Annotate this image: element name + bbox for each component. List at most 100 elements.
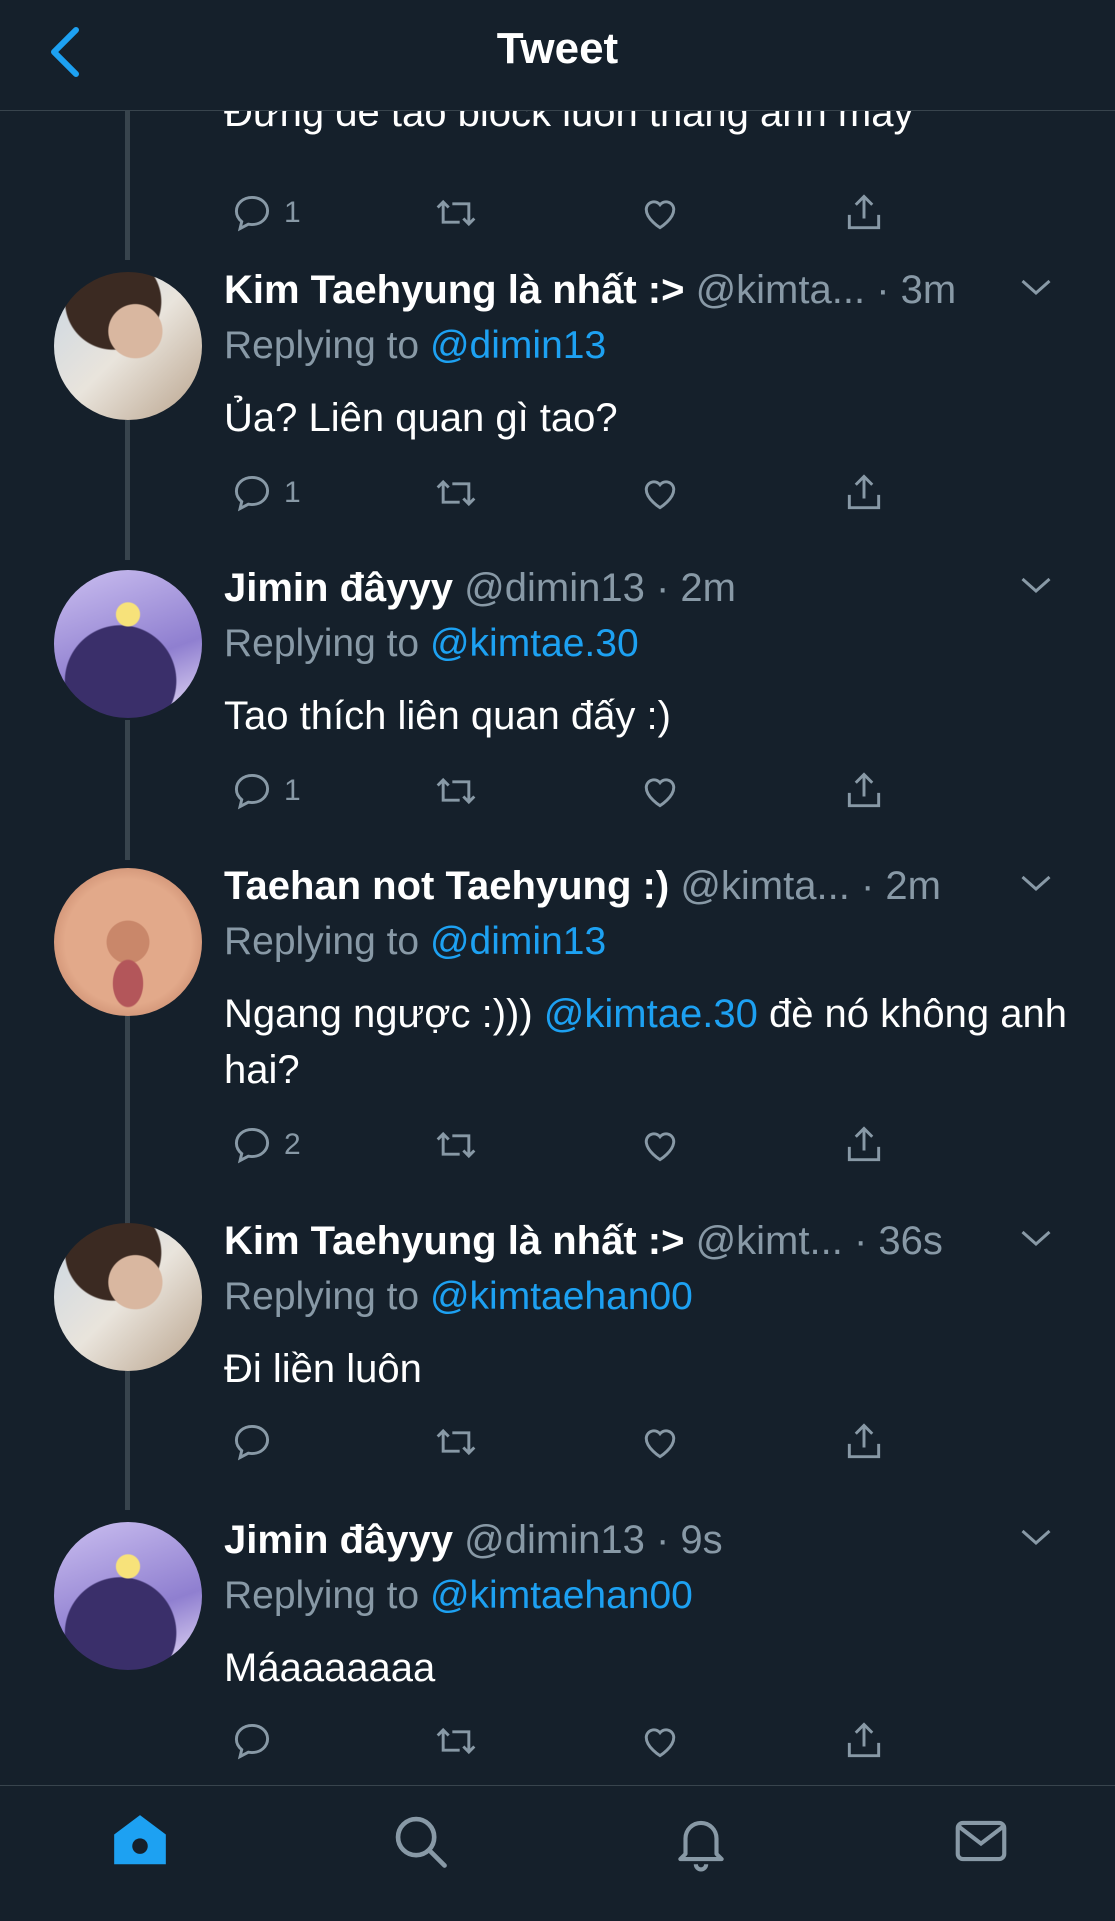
retweet-button[interactable] bbox=[434, 468, 478, 518]
mention-link[interactable]: @dimin13 bbox=[430, 324, 606, 367]
handle[interactable]: @dimin13 bbox=[464, 566, 645, 610]
tweet-actions: 1 bbox=[224, 766, 904, 816]
reply-button[interactable]: 1 bbox=[230, 468, 301, 518]
share-button[interactable] bbox=[842, 1417, 886, 1467]
handle[interactable]: @kimta... bbox=[680, 864, 850, 908]
replying-to: Replying to @dimin13 bbox=[224, 324, 606, 368]
retweet-button[interactable] bbox=[434, 188, 478, 238]
avatar[interactable] bbox=[54, 272, 202, 420]
share-button[interactable] bbox=[842, 188, 886, 238]
home-icon bbox=[114, 1815, 166, 1865]
reply-count: 2 bbox=[284, 1128, 301, 1161]
share-button[interactable] bbox=[842, 468, 886, 518]
chevron-down-icon[interactable] bbox=[1018, 1522, 1054, 1552]
mention-link[interactable]: @kimtaehan00 bbox=[430, 1275, 693, 1318]
reply-count: 1 bbox=[284, 196, 301, 229]
reply-button[interactable]: 1 bbox=[230, 188, 301, 238]
tweet-actions: 1 bbox=[224, 468, 904, 518]
tab-messages[interactable] bbox=[946, 1806, 1016, 1876]
handle[interactable]: @kimt... bbox=[696, 1219, 843, 1263]
retweet-icon bbox=[436, 1131, 476, 1159]
chevron-down-icon[interactable] bbox=[1018, 570, 1054, 600]
like-button[interactable] bbox=[638, 1120, 682, 1170]
share-icon bbox=[847, 772, 881, 808]
bottom-tab-bar bbox=[0, 1785, 1115, 1921]
reply-icon bbox=[234, 475, 270, 512]
tab-notifications[interactable] bbox=[666, 1806, 736, 1876]
retweet-button[interactable] bbox=[434, 1417, 478, 1467]
like-button[interactable] bbox=[638, 1716, 682, 1766]
heart-icon bbox=[644, 1429, 676, 1459]
mention-link[interactable]: @kimtaehan00 bbox=[430, 1574, 693, 1617]
tweet-text: Đi liền luôn bbox=[224, 1347, 422, 1391]
retweet-button[interactable] bbox=[434, 766, 478, 816]
avatar[interactable] bbox=[54, 570, 202, 718]
replying-to: Replying to @kimtae.30 bbox=[224, 622, 639, 666]
tweet-actions bbox=[224, 1716, 904, 1766]
handle[interactable]: @kimta... bbox=[696, 268, 866, 312]
reply-icon bbox=[234, 773, 270, 810]
like-button[interactable] bbox=[638, 1417, 682, 1467]
heart-icon bbox=[644, 200, 676, 230]
reply-button[interactable]: 2 bbox=[230, 1120, 301, 1170]
like-button[interactable] bbox=[638, 468, 682, 518]
heart-icon bbox=[644, 1728, 676, 1758]
tweet-text-part: Ngang ngược :))) bbox=[224, 992, 544, 1036]
reply-button[interactable]: 1 bbox=[230, 766, 301, 816]
mention-link[interactable]: @dimin13 bbox=[430, 920, 606, 963]
replying-to-label: Replying to bbox=[224, 622, 420, 665]
avatar[interactable] bbox=[54, 1522, 202, 1670]
replying-to-label: Replying to bbox=[224, 920, 420, 963]
top-bar: Tweet bbox=[0, 0, 1115, 111]
display-name[interactable]: Taehan not Taehyung :) bbox=[224, 864, 669, 908]
avatar[interactable] bbox=[54, 868, 202, 1016]
tab-home[interactable] bbox=[105, 1806, 175, 1876]
tweet-header: Jimin đâyyy @dimin13 · 2m bbox=[224, 566, 1084, 622]
heart-icon bbox=[644, 480, 676, 510]
avatar[interactable] bbox=[54, 1223, 202, 1371]
share-button[interactable] bbox=[842, 1716, 886, 1766]
chevron-down-icon[interactable] bbox=[1018, 868, 1054, 898]
heart-icon bbox=[644, 778, 676, 808]
mention-link[interactable]: @kimtae.30 bbox=[544, 992, 758, 1036]
share-icon bbox=[847, 1126, 881, 1162]
replying-to-label: Replying to bbox=[224, 1574, 420, 1617]
thread-line bbox=[125, 720, 130, 860]
like-button[interactable] bbox=[638, 188, 682, 238]
retweet-icon bbox=[436, 1428, 476, 1456]
tab-search[interactable] bbox=[385, 1806, 455, 1876]
mail-icon bbox=[955, 1820, 1007, 1862]
tweet-header: Kim Taehyung là nhất :> @kimta... · 3m bbox=[224, 268, 1084, 324]
display-name[interactable]: Kim Taehyung là nhất :> bbox=[224, 268, 684, 312]
share-icon bbox=[847, 474, 881, 510]
retweet-button[interactable] bbox=[434, 1120, 478, 1170]
replying-to: Replying to @kimtaehan00 bbox=[224, 1275, 693, 1319]
retweet-icon bbox=[436, 479, 476, 507]
tweet-text: Tao thích liên quan đấy :) bbox=[224, 694, 671, 738]
bell-icon bbox=[678, 1820, 724, 1872]
share-button[interactable] bbox=[842, 766, 886, 816]
reply-count: 1 bbox=[284, 476, 301, 509]
retweet-icon bbox=[436, 199, 476, 227]
like-button[interactable] bbox=[638, 766, 682, 816]
chevron-down-icon[interactable] bbox=[1018, 272, 1054, 302]
share-button[interactable] bbox=[842, 1120, 886, 1170]
retweet-icon bbox=[436, 777, 476, 805]
timestamp: · 36s bbox=[853, 1219, 943, 1263]
reply-button[interactable] bbox=[230, 1716, 284, 1766]
reply-icon bbox=[234, 1723, 270, 1760]
thread-line bbox=[125, 1370, 130, 1510]
share-icon bbox=[847, 1423, 881, 1459]
reply-button[interactable] bbox=[230, 1417, 284, 1467]
timestamp: · 3m bbox=[876, 268, 957, 312]
display-name[interactable]: Jimin đâyyy bbox=[224, 1518, 453, 1562]
reply-icon bbox=[234, 1127, 270, 1164]
display-name[interactable]: Kim Taehyung là nhất :> bbox=[224, 1219, 684, 1263]
display-name[interactable]: Jimin đâyyy bbox=[224, 566, 453, 610]
handle[interactable]: @dimin13 bbox=[464, 1518, 645, 1562]
reply-icon bbox=[234, 195, 270, 232]
chevron-down-icon[interactable] bbox=[1018, 1223, 1054, 1253]
mention-link[interactable]: @kimtae.30 bbox=[430, 622, 639, 665]
retweet-button[interactable] bbox=[434, 1716, 478, 1766]
thread-line bbox=[125, 1015, 130, 1225]
